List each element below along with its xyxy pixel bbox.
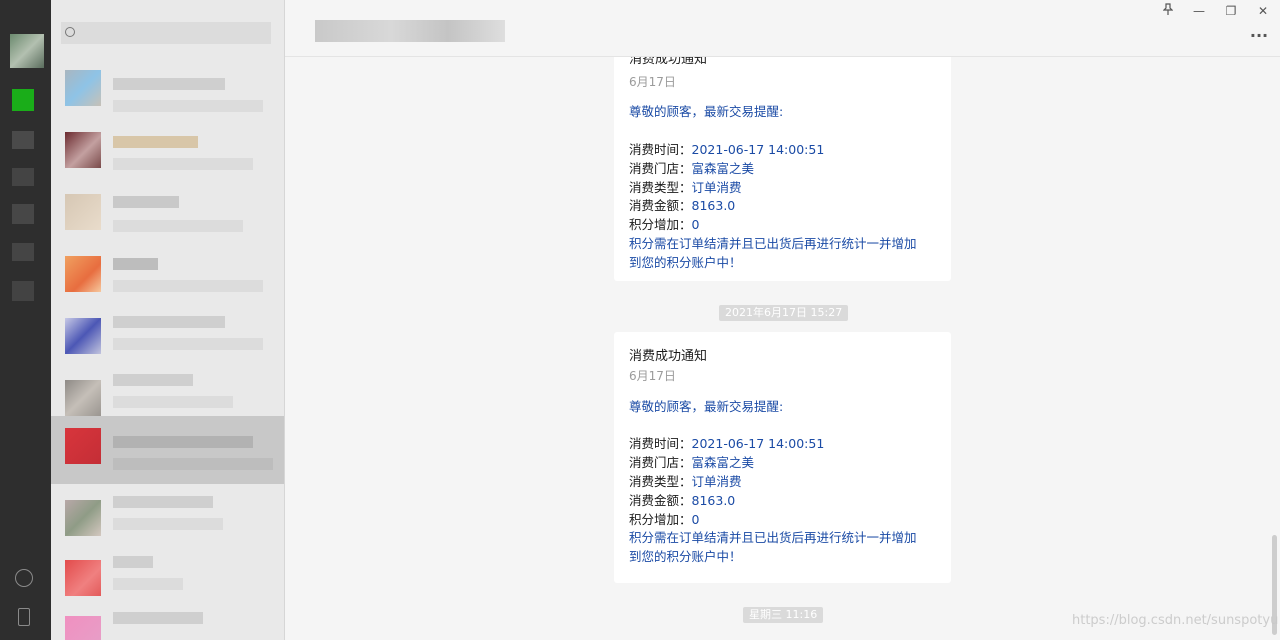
message-date: 6月17日 — [629, 369, 676, 383]
contact-avatar — [65, 318, 101, 354]
field-amount: 消费金额：8163.0 — [629, 493, 736, 508]
field-type: 消费类型：订单消费 — [629, 180, 742, 195]
field-points: 积分增加：0 — [629, 217, 700, 232]
list-item[interactable] — [51, 184, 284, 246]
field-amount: 消费金额：8163.0 — [629, 198, 736, 213]
favorites-icon[interactable] — [12, 168, 34, 186]
message-date: 6月17日 — [629, 75, 676, 89]
watermark-text: https://blog.csdn.net/sunspotyu — [1072, 613, 1279, 628]
close-button[interactable]: ✕ — [1252, 3, 1274, 19]
field-store: 消费门店：富森富之美 — [629, 161, 755, 176]
message-card[interactable]: 消费成功通知 6月17日 尊敬的顾客，最新交易提醒: 消费时间：2021-06-… — [614, 57, 951, 281]
field-points: 积分增加：0 — [629, 512, 700, 527]
contact-avatar — [65, 428, 101, 464]
user-avatar[interactable] — [10, 34, 44, 68]
contact-avatar — [65, 560, 101, 596]
moments-icon[interactable] — [12, 243, 34, 261]
timestamp-separator: 星期三 11:16 — [743, 607, 824, 623]
minimize-button[interactable]: — — [1188, 3, 1210, 19]
field-time: 消费时间：2021-06-17 14:00:51 — [629, 142, 825, 157]
list-item[interactable] — [51, 122, 284, 184]
contact-avatar — [65, 132, 101, 168]
chat-title — [315, 20, 505, 42]
chat-header: — ❐ ✕ ··· — [285, 0, 1280, 57]
miniprogram-icon[interactable] — [12, 281, 34, 301]
files-icon[interactable] — [12, 204, 34, 224]
contact-avatar — [65, 616, 101, 640]
phone-icon[interactable] — [18, 608, 30, 626]
list-item[interactable] — [51, 60, 284, 122]
message-note: 积分需在订单结清并且已出货后再进行统计一并增加 — [629, 236, 917, 251]
message-note: 积分需在订单结清并且已出货后再进行统计一并增加 — [629, 530, 917, 545]
navigation-icon-bar — [0, 0, 51, 640]
list-item[interactable] — [51, 550, 284, 612]
list-item[interactable] — [51, 308, 284, 370]
contact-avatar — [65, 70, 101, 106]
chat-icon[interactable] — [12, 89, 34, 111]
field-store: 消费门店：富森富之美 — [629, 455, 755, 470]
link-icon[interactable] — [15, 569, 33, 587]
more-options-button[interactable]: ··· — [1248, 28, 1270, 44]
message-note: 到您的积分账户中！ — [629, 255, 742, 270]
contact-avatar — [65, 380, 101, 416]
field-time: 消费时间：2021-06-17 14:00:51 — [629, 436, 825, 451]
contacts-icon[interactable] — [12, 131, 34, 149]
field-type: 消费类型：订单消费 — [629, 474, 742, 489]
message-title: 消费成功通知 — [629, 57, 708, 67]
message-greeting: 尊敬的顾客，最新交易提醒: — [629, 399, 784, 414]
chat-pane: — ❐ ✕ ··· 消费成功通知 6月17日 尊敬的顾客，最新交易提醒: 消费时… — [285, 0, 1280, 640]
timestamp-separator: 2021年6月17日 15:27 — [719, 305, 849, 321]
message-note: 到您的积分账户中！ — [629, 549, 742, 564]
restore-button[interactable]: ❐ — [1220, 3, 1242, 19]
contact-avatar — [65, 256, 101, 292]
conversation-list — [51, 0, 285, 640]
message-title: 消费成功通知 — [629, 349, 708, 364]
list-item-selected[interactable] — [51, 416, 284, 484]
contact-avatar — [65, 194, 101, 230]
list-item[interactable] — [51, 246, 284, 308]
pin-icon[interactable] — [1157, 3, 1179, 19]
list-item[interactable] — [51, 490, 284, 552]
search-icon — [65, 27, 75, 37]
contact-avatar — [65, 500, 101, 536]
message-greeting: 尊敬的顾客，最新交易提醒: — [629, 104, 784, 119]
message-list: 消费成功通知 6月17日 尊敬的顾客，最新交易提醒: 消费时间：2021-06-… — [285, 57, 1280, 640]
message-card[interactable]: 消费成功通知 6月17日 尊敬的顾客，最新交易提醒: 消费时间：2021-06-… — [614, 332, 951, 583]
search-input[interactable] — [61, 22, 271, 44]
list-item[interactable] — [51, 606, 284, 640]
